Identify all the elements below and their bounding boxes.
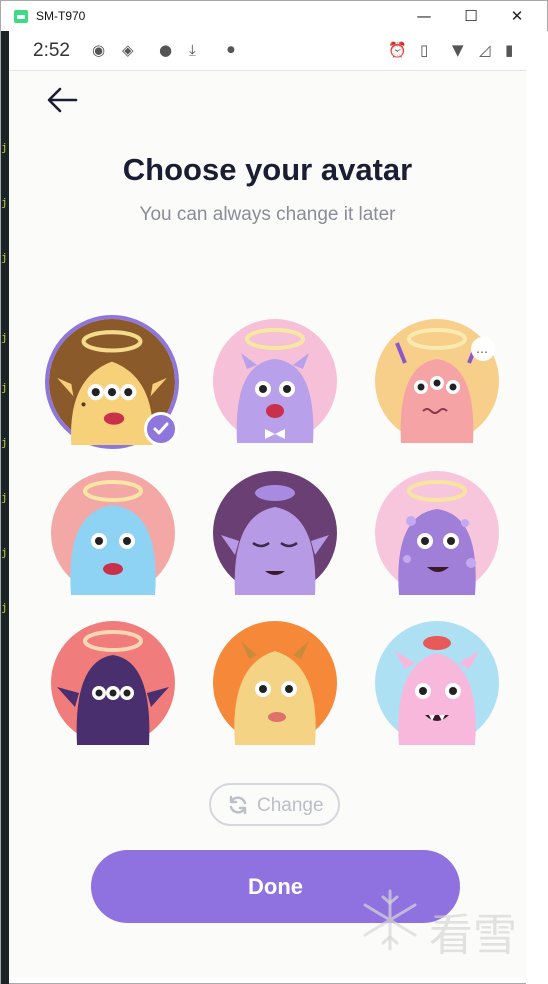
avatar-option-7[interactable]	[51, 621, 175, 745]
battery-icon: ▮	[505, 41, 514, 59]
selected-check-icon	[144, 412, 178, 446]
pink-fanged-monster-icon	[375, 621, 499, 745]
avatar-option-4[interactable]	[51, 471, 175, 595]
status-time: 2:52	[33, 40, 70, 61]
page-subtitle: You can always change it later	[139, 204, 396, 225]
change-avatar-button[interactable]: Change	[209, 783, 340, 826]
svg-text:…: …	[476, 342, 488, 356]
alarm-icon: ⏰	[388, 41, 407, 59]
close-window-button[interactable]: ✕	[494, 1, 540, 31]
maximize-button[interactable]: ☐	[448, 1, 494, 31]
background-terminal-strip: j j j j j j j j j	[1, 31, 9, 984]
avatar-option-9[interactable]	[375, 621, 499, 745]
avatar-option-5[interactable]	[213, 471, 337, 595]
avatar-option-8[interactable]	[213, 621, 337, 745]
refresh-icon	[229, 795, 247, 815]
emulator-window: SM-T970 — ☐ ✕ j j j j j j j j j 2:52 ◉ ◈…	[0, 0, 548, 984]
android-icon	[14, 10, 28, 23]
window-right-edge	[526, 31, 548, 984]
avatar-option-2[interactable]	[213, 319, 337, 443]
minimize-button[interactable]: —	[401, 1, 447, 31]
status-bar: 2:52 ◉ ◈ ● ⤓ ● ⏰ ▯ ▼ ◿ ▮	[9, 31, 526, 71]
avatar-option-6[interactable]	[375, 471, 499, 595]
vibrate-icon: ▯	[420, 41, 429, 59]
back-arrow-icon[interactable]	[45, 85, 79, 115]
window-title: SM-T970	[36, 9, 86, 23]
page-title: Choose your avatar	[122, 152, 413, 187]
chat-icon: ●	[159, 41, 173, 59]
lavender-sleepy-monster-icon	[213, 471, 337, 595]
blue-fluffy-monster-icon	[51, 471, 175, 595]
change-button-label: Change	[257, 795, 324, 816]
shield-icon: ◈	[122, 41, 134, 59]
orange-furry-monster-icon	[213, 621, 337, 745]
dark-purple-monster-icon	[51, 621, 175, 745]
snowflake-icon	[363, 889, 417, 951]
watermark: 看雪	[357, 887, 526, 961]
watermark-text: 看雪	[429, 910, 517, 961]
purple-bowtie-monster-icon	[213, 319, 337, 443]
pink-antenna-monster-icon: …	[375, 319, 499, 443]
dot-icon: ●	[227, 45, 235, 55]
signal-icon: ◿	[479, 41, 491, 59]
record-icon: ◉	[92, 41, 106, 59]
window-titlebar[interactable]: SM-T970 — ☐ ✕	[1, 1, 547, 31]
avatar-option-3[interactable]: …	[375, 319, 499, 443]
avatar-option-1[interactable]	[45, 315, 179, 449]
wifi-icon: ▼	[452, 41, 464, 59]
download-icon: ⤓	[189, 41, 196, 59]
spotted-purple-monster-icon	[375, 471, 499, 595]
phone-screen: 2:52 ◉ ◈ ● ⤓ ● ⏰ ▯ ▼ ◿ ▮ Choose your ava…	[9, 31, 526, 977]
